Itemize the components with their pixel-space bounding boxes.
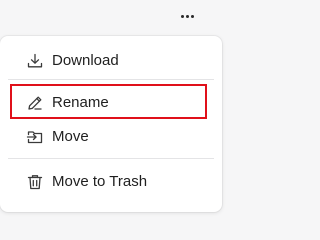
more-horizontal-icon-dot [185,14,189,18]
more-horizontal-icon-dot [190,14,194,18]
menu-item-label: Download [52,52,119,69]
trash-icon [26,173,44,191]
menu-item-label: Move [52,128,89,145]
more-horizontal-icon [180,14,184,18]
download-icon [26,52,44,70]
more-options-button[interactable] [176,8,198,24]
menu-item-label: Move to Trash [52,173,148,190]
stage: Download Rename Move Move to Trash [0,0,222,212]
menu-item-move[interactable]: Move [0,121,222,153]
menu-divider [8,79,214,80]
move-icon [26,128,44,146]
menu-divider [8,158,214,159]
rename-highlight-box [10,84,207,119]
menu-item-download[interactable]: Download [0,45,222,77]
menu-item-move-to-trash[interactable]: Move to Trash [0,166,222,198]
